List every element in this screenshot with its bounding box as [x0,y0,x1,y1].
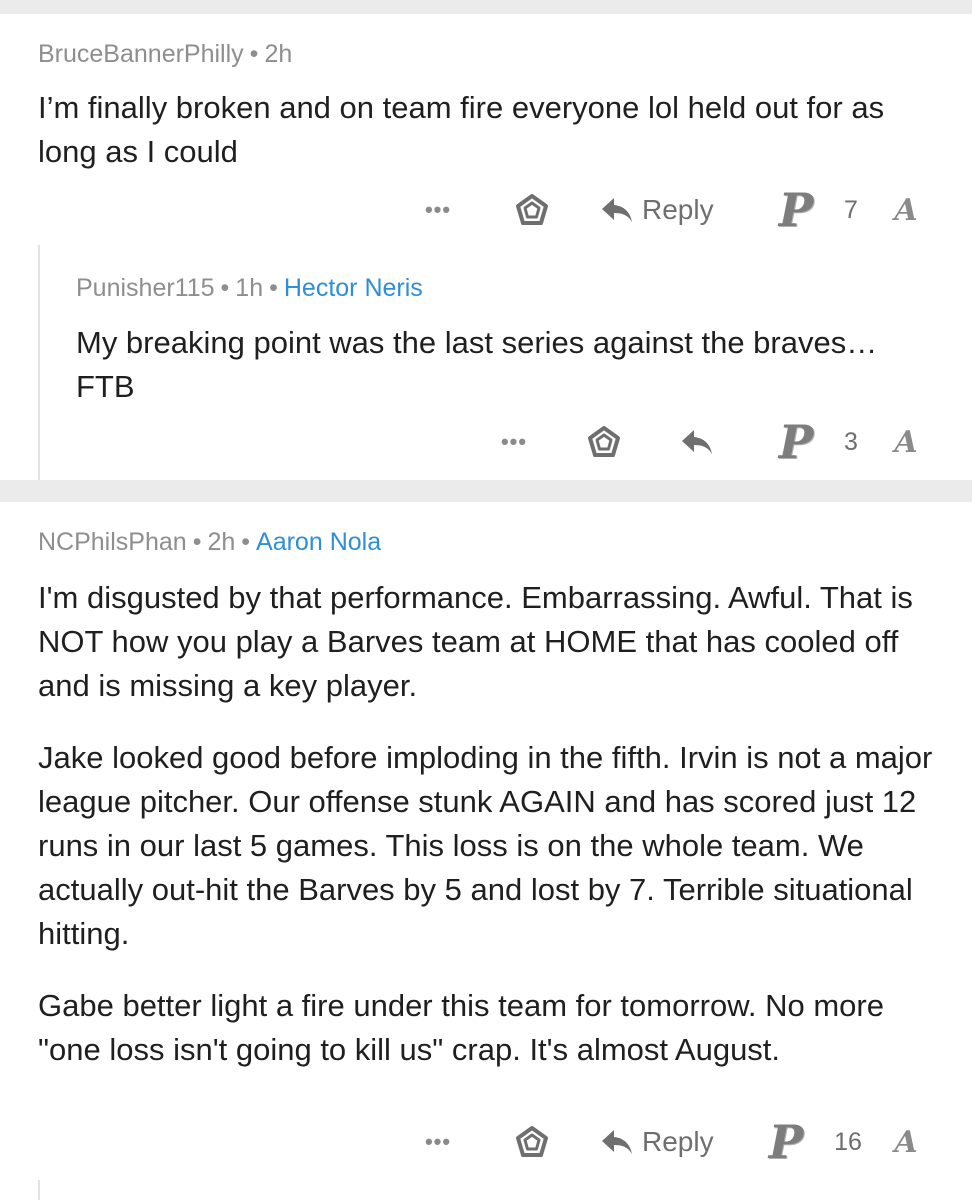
comment-actions: ••• Reply P 16 A [0,1114,972,1170]
comment-body: I'm disgusted by that performance. Embar… [38,576,938,1072]
meta-separator: • [249,40,259,68]
comment-meta: NCPhilsPhan • 2h • Aaron Nola [38,528,381,557]
comment-paragraph: Gabe better light a fire under this team… [38,988,884,1067]
comment-author[interactable]: Punisher115 [76,274,215,302]
reply-button[interactable]: Reply [600,182,714,238]
thread-line [38,1180,40,1200]
comment-meta: Punisher115 • 1h • Hector Neris [76,274,423,303]
reply-label: Reply [642,194,714,225]
meta-separator: • [192,528,202,556]
star-button[interactable] [510,182,554,238]
comment-time: 2h [264,40,293,68]
comment-meta: BruceBannerPhilly • 2h [38,40,292,69]
team-vote-icon[interactable]: P [776,414,816,470]
comment-time: 1h [235,274,264,302]
vote-count: 7 [844,195,858,224]
section-separator [0,480,972,502]
section-separator [0,0,972,14]
meta-separator: • [220,274,230,302]
team-vote-icon[interactable]: P [776,182,816,238]
opponent-vote-icon[interactable]: A [884,1114,928,1170]
comment-paragraph: Jake looked good before imploding in the… [38,740,933,951]
comment-actions: ••• P 3 A [0,414,972,470]
star-icon [516,194,548,225]
star-button[interactable] [510,1114,554,1170]
reply-button[interactable] [680,414,722,470]
meta-separator: • [269,274,278,302]
user-flair: Aaron Nola [256,528,382,556]
vote-count: 3 [844,427,858,456]
opponent-vote-icon[interactable]: A [884,414,928,470]
reply-button[interactable]: Reply [600,1114,714,1170]
reply-icon [682,430,712,454]
comment-actions: ••• Reply P 7 A [0,182,972,238]
team-vote-icon[interactable]: P [766,1114,806,1170]
more-options-button[interactable]: ••• [494,414,534,470]
comment-author[interactable]: BruceBannerPhilly [38,40,244,68]
comment-body: I’m finally broken and on team fire ever… [38,86,948,174]
reply-icon [602,1130,632,1154]
meta-separator: • [241,528,251,556]
comment-body: My breaking point was the last series ag… [76,321,926,409]
comment-paragraph: I'm disgusted by that performance. Embar… [38,580,913,703]
opponent-vote-icon[interactable]: A [884,182,928,238]
comment-paragraph: My breaking point was the last series ag… [76,325,878,404]
more-options-button[interactable]: ••• [418,182,458,238]
reply-icon [602,198,632,222]
user-flair: Hector Neris [283,274,423,302]
star-icon [588,426,620,457]
comment-paragraph: I’m finally broken and on team fire ever… [38,90,885,169]
reply-label: Reply [642,1126,714,1157]
vote-count: 16 [834,1127,862,1156]
star-button[interactable] [582,414,626,470]
star-icon [516,1126,548,1157]
comment-time: 2h [207,528,236,556]
more-options-button[interactable]: ••• [418,1114,458,1170]
comment-author[interactable]: NCPhilsPhan [38,528,187,556]
